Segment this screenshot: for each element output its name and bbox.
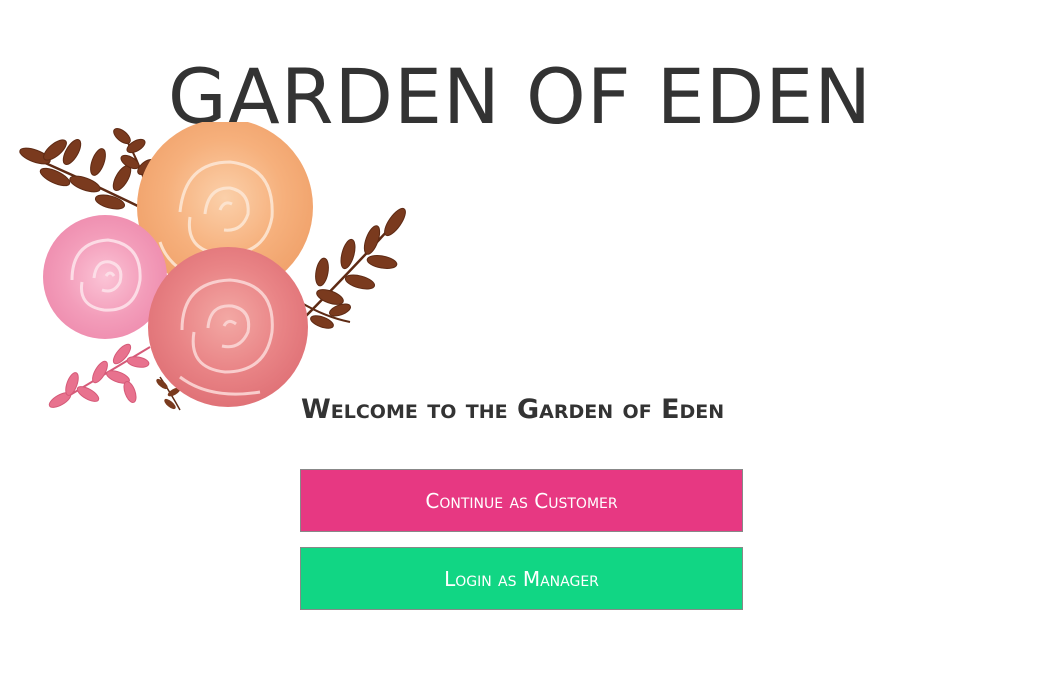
login-as-manager-button[interactable]: Login as Manager (300, 547, 743, 610)
welcome-heading: Welcome to the Garden of Eden (301, 394, 725, 425)
coral-rose-icon (148, 247, 308, 407)
leaf-branch-icon (294, 207, 406, 329)
continue-as-customer-button[interactable]: Continue as Customer (300, 469, 743, 532)
watercolor-roses-icon (19, 122, 406, 411)
landing-page: GARDEN OF EDEN Welcome to the Garden of … (0, 0, 1057, 689)
pink-sprig-icon (48, 343, 151, 408)
